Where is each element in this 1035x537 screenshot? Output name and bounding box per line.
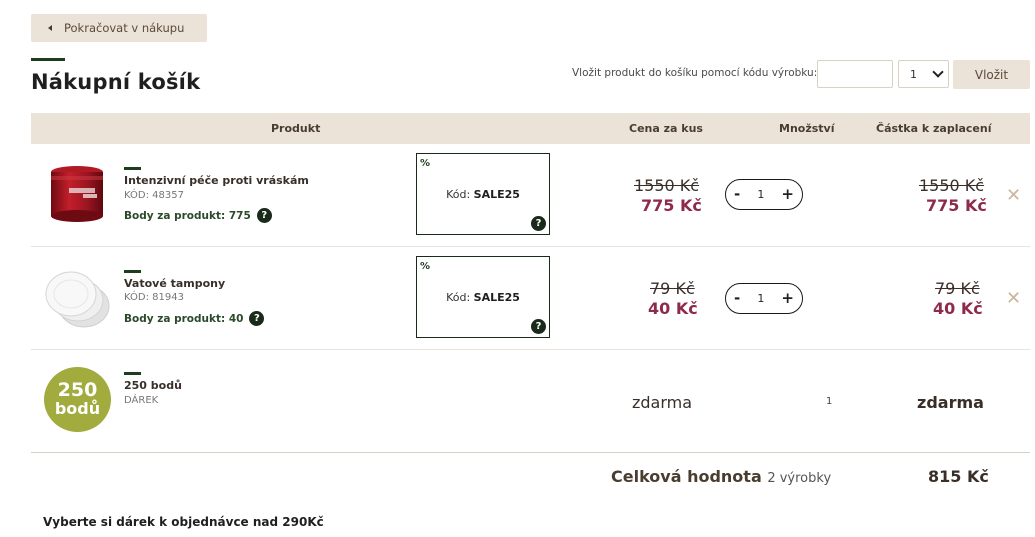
continue-shopping-label: Pokračovat v nákupu [64, 21, 185, 35]
decrease-button[interactable]: - [734, 187, 740, 202]
points-badge-number: 250 [57, 379, 98, 402]
quantity-value[interactable]: 1 [757, 292, 764, 305]
close-icon[interactable]: ✕ [1006, 187, 1021, 205]
percent-icon: % [420, 261, 431, 272]
gift-type: DÁREK [124, 395, 159, 406]
product-code: KÓD: 81943 [124, 292, 184, 303]
title-accent-bar [31, 58, 65, 61]
gift-quantity: 1 [826, 396, 833, 407]
promo-box: % Kód: SALE25 ? [416, 153, 550, 235]
close-icon[interactable]: ✕ [1006, 290, 1021, 308]
row-divider [31, 246, 1030, 247]
total-price-sale: 775 Kč [926, 196, 987, 215]
question-icon[interactable]: ? [531, 216, 546, 231]
total-price-original: 1550 Kč [919, 176, 985, 195]
promo-code-label: Kód: [446, 188, 471, 201]
product-accent-bar [124, 167, 141, 170]
gift-selection-heading: Vyberte si dárek k objednávce nad 290Kč [43, 515, 324, 529]
promo-code-value: SALE25 [473, 188, 520, 201]
header-product: Produkt [271, 122, 321, 135]
product-points: Body za produkt: 775 ? [124, 208, 272, 223]
promo-code-text: Kód: SALE25 [417, 291, 549, 304]
total-price-sale: 40 Kč [933, 299, 983, 318]
points-badge-unit: bodů [54, 399, 101, 419]
unit-price-original: 79 Kč [650, 279, 695, 298]
quantity-stepper: - 1 + [725, 179, 803, 210]
promo-code-value: SALE25 [473, 291, 520, 304]
promo-code-text: Kód: SALE25 [417, 188, 549, 201]
product-accent-bar [124, 372, 141, 375]
question-icon[interactable]: ? [531, 319, 546, 334]
product-code-input[interactable] [817, 60, 893, 88]
item-count: 2 výrobky [767, 471, 832, 486]
page-title: Nákupní košík [31, 70, 201, 94]
unit-price-original: 1550 Kč [634, 176, 700, 195]
promo-code-label: Kód: [446, 291, 471, 304]
header-unit-price: Cena za kus [629, 122, 703, 135]
summary-divider [31, 452, 1030, 453]
gift-unit-price: zdarma [632, 393, 693, 412]
quantity-select[interactable]: 1 [898, 60, 949, 88]
header-amount: Částka k zaplacení [876, 122, 992, 135]
header-quantity: Množství [779, 122, 835, 135]
percent-icon: % [420, 158, 431, 169]
triangle-left-icon [48, 25, 52, 31]
question-icon[interactable]: ? [256, 208, 272, 223]
order-total-label: Celková hodnota 2 výrobky [611, 467, 831, 486]
quantity-stepper: - 1 + [725, 283, 803, 314]
points-badge: 250 bodů [44, 367, 111, 432]
increase-button[interactable]: + [781, 291, 794, 306]
unit-price-sale: 40 Kč [648, 299, 698, 318]
product-points: Body za produkt: 40 ? [124, 311, 265, 326]
product-code: KÓD: 48357 [124, 190, 184, 201]
question-icon[interactable]: ? [249, 311, 265, 326]
promo-box: % Kód: SALE25 ? [416, 256, 550, 338]
product-name[interactable]: Intenzivní péče proti vráskám [124, 174, 309, 187]
cotton-pads-image [45, 271, 110, 328]
unit-price-sale: 775 Kč [641, 196, 702, 215]
product-points-label: Body za produkt: 40 [124, 312, 244, 325]
chevron-down-icon [932, 66, 944, 78]
product-points-label: Body za produkt: 775 [124, 209, 251, 222]
order-total-text: Celková hodnota [611, 467, 762, 486]
increase-button[interactable]: + [781, 187, 794, 202]
row-divider [31, 349, 1030, 350]
gift-name: 250 bodů [124, 379, 182, 392]
insert-product-button[interactable]: Vložit [953, 60, 1030, 89]
product-name[interactable]: Vatové tampony [124, 277, 225, 290]
quantity-value[interactable]: 1 [757, 188, 764, 201]
product-code-label: Vložit produkt do košíku pomocí kódu výr… [572, 67, 818, 79]
decrease-button[interactable]: - [734, 291, 740, 306]
cream-jar-image [51, 166, 103, 222]
continue-shopping-button[interactable]: Pokračovat v nákupu [31, 14, 207, 42]
product-accent-bar [124, 270, 141, 273]
gift-total: zdarma [917, 393, 984, 412]
total-price-original: 79 Kč [935, 279, 980, 298]
quantity-select-value: 1 [910, 67, 917, 81]
order-total-amount: 815 Kč [928, 467, 989, 486]
